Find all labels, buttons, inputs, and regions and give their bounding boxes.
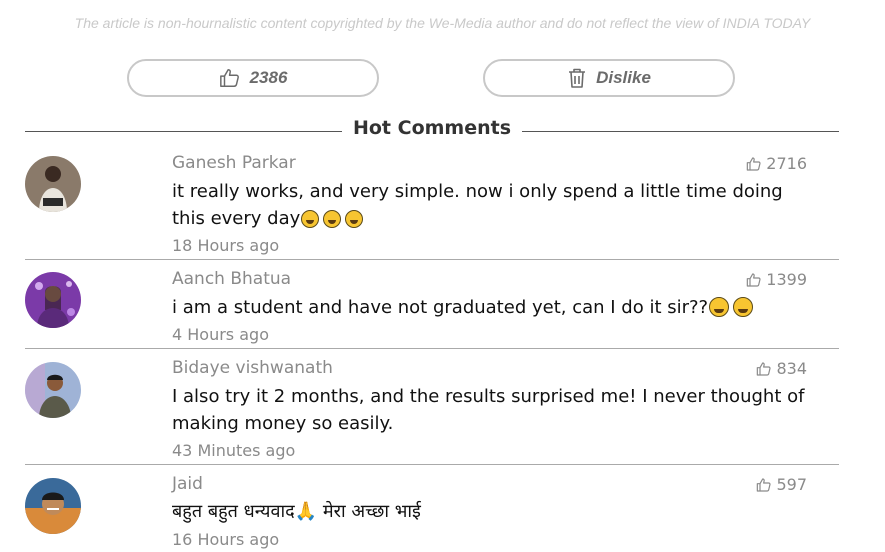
thumbs-up-icon (756, 477, 772, 493)
comment-like-count: 1399 (766, 270, 807, 289)
section-title: Hot Comments (352, 117, 512, 139)
comment-author[interactable]: Aanch Bhatua (172, 269, 291, 289)
disclaimer-text: The article is non-hournalistic content … (74, 15, 811, 31)
like-button[interactable]: 2386 (127, 59, 379, 97)
avatar (25, 362, 81, 418)
comment-text: it really works, and very simple. now i … (172, 178, 812, 232)
comment-text: बहुत बहुत धन्यवाद🙏 मेरा अच्छा भाई (172, 501, 421, 522)
comment-time: 18 Hours ago (172, 236, 280, 255)
comment-time: 4 Hours ago (172, 325, 269, 344)
dislike-label: Dislike (596, 68, 651, 87)
comment-author[interactable]: Ganesh Parkar (172, 153, 296, 173)
avatar (25, 156, 81, 212)
comment-author[interactable]: Jaid (172, 474, 203, 494)
thumbs-up-icon (746, 156, 762, 172)
comment-divider (25, 464, 839, 465)
flushed-emoji-icon (709, 297, 757, 317)
comment-time: 43 Minutes ago (172, 441, 296, 460)
laughing-emoji-icon (301, 210, 367, 228)
comment-body: it really works, and very simple. now i … (172, 181, 783, 229)
comment-text: i am a student and have not graduated ye… (172, 294, 812, 321)
comment-like-button[interactable]: 597 (756, 475, 807, 494)
avatar (25, 478, 81, 534)
section-divider-right (522, 131, 839, 132)
thumbs-up-icon (746, 272, 762, 288)
comment-body: i am a student and have not graduated ye… (172, 297, 709, 318)
comment-like-button[interactable]: 1399 (746, 270, 807, 289)
section-divider-left (25, 131, 342, 132)
comment-author[interactable]: Bidaye vishwanath (172, 358, 333, 378)
trash-icon (567, 67, 587, 89)
thumbs-up-icon (756, 361, 772, 377)
comment-divider (25, 348, 839, 349)
comment-like-button[interactable]: 2716 (746, 154, 807, 173)
dislike-button[interactable]: Dislike (483, 59, 735, 97)
comment-text: I also try it 2 months, and the results … (172, 386, 805, 434)
thumbs-up-icon (219, 67, 241, 89)
comment-time: 16 Hours ago (172, 530, 280, 549)
comment-like-count: 2716 (766, 154, 807, 173)
avatar (25, 272, 81, 328)
comment-like-count: 834 (776, 359, 807, 378)
comment-like-button[interactable]: 834 (756, 359, 807, 378)
comment-like-count: 597 (776, 475, 807, 494)
comment-divider (25, 259, 839, 260)
like-count: 2386 (249, 68, 288, 87)
